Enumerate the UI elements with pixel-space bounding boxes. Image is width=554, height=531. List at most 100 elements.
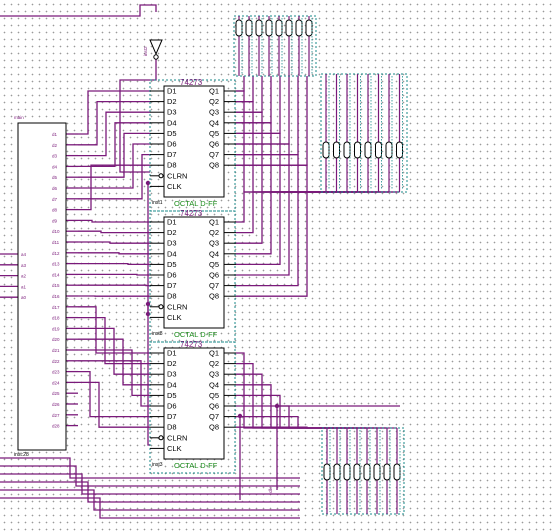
resistor — [285, 19, 293, 37]
chip-input-pin: D4 — [167, 249, 177, 258]
chip-type-label: OCTAL D-FF — [174, 199, 218, 208]
output-wire[interactable] — [236, 191, 400, 297]
chip-part-number: 74273 — [180, 78, 203, 87]
chip-input-pin: CLK — [167, 313, 182, 322]
resistor — [353, 463, 361, 481]
output-wire[interactable] — [236, 394, 367, 429]
data-wire[interactable] — [78, 381, 150, 428]
main-pin-label: d16 — [52, 294, 60, 299]
main-pin-label: d7 — [52, 197, 58, 202]
chip-input-pin: D7 — [167, 412, 177, 421]
resistor — [305, 19, 313, 37]
chip-output-pin: Q3 — [209, 239, 219, 248]
data-wire[interactable] — [78, 241, 150, 244]
chip-input-pin: D7 — [167, 281, 177, 290]
chip-output-pin: Q8 — [209, 161, 219, 170]
inverter-instance-label: inst2 — [143, 46, 148, 56]
resistor — [323, 463, 331, 481]
output-wire[interactable] — [236, 191, 326, 223]
main-pin-label: d19 — [52, 326, 60, 331]
main-pin-label: d4 — [52, 164, 58, 169]
chip-output-pin: Q2 — [209, 228, 219, 237]
main-pin-label: d12 — [52, 251, 60, 256]
main-pin-label: d28 — [52, 424, 60, 429]
chip-input-pin: CLK — [167, 444, 182, 453]
data-wire[interactable] — [78, 230, 150, 234]
flipflop-chip[interactable]: 74273 inst8 OCTAL D-FF D1D2 D3D4 D5 D6D7 D8CLRN… — [149, 209, 236, 343]
chip-input-pin: D3 — [167, 239, 177, 248]
clk-net-label: clk — [268, 487, 273, 493]
output-wire[interactable] — [236, 100, 337, 193]
data-wire[interactable] — [78, 273, 150, 276]
main-side-pin-label: a0 — [21, 295, 27, 300]
chip-input-pin: D1 — [167, 349, 177, 358]
main-pin-label: d26 — [52, 402, 60, 407]
main-side-pin-label: a1 — [21, 284, 27, 289]
flipflop-chip[interactable]: 74273 inst3 OCTAL D-FF D1D2 D3D4 D5 D6D7 D8CLRN… — [149, 340, 236, 474]
chip-output-pin: Q7 — [209, 281, 219, 290]
data-wire[interactable] — [78, 252, 150, 255]
resistor-array[interactable] — [233, 15, 317, 77]
resistor-array[interactable] — [321, 427, 405, 515]
chip-output-pin: Q2 — [209, 359, 219, 368]
resistor — [364, 141, 372, 159]
chip-input-pin: D5 — [167, 260, 177, 269]
output-wire[interactable] — [236, 191, 337, 234]
output-wire[interactable] — [236, 191, 358, 255]
resistor — [393, 463, 401, 481]
data-wire[interactable] — [78, 370, 150, 418]
chip-input-pin: D3 — [167, 108, 177, 117]
output-wire-top[interactable] — [236, 76, 245, 92]
main-pin-label: d1 — [52, 132, 58, 137]
main-block-instance: inst:28 — [14, 452, 29, 458]
bottom-bus-wire[interactable] — [0, 473, 300, 495]
chip-output-pin: Q8 — [209, 292, 219, 301]
chip-input-pin: D7 — [167, 150, 177, 159]
data-wire[interactable] — [78, 219, 150, 223]
main-pin-label: d15 — [52, 283, 60, 288]
output-wire[interactable] — [236, 90, 326, 193]
chip-input-pin: D4 — [167, 118, 177, 127]
output-wire[interactable] — [236, 415, 387, 429]
main-pin-label: d25 — [52, 391, 60, 396]
chip-input-pin: D8 — [167, 423, 177, 432]
resistor-array[interactable] — [320, 73, 408, 193]
bottom-bus-wire[interactable] — [0, 497, 300, 519]
data-wire[interactable] — [78, 262, 150, 266]
resistor — [295, 19, 303, 37]
inverter-gate[interactable]: inst2 — [143, 39, 163, 60]
chip-instance-label: inst1 — [152, 200, 163, 206]
output-wire[interactable] — [236, 153, 389, 193]
chip-input-pin: D8 — [167, 292, 177, 301]
chip-input-pin: D2 — [167, 228, 177, 237]
resistor — [333, 141, 340, 159]
chip-type-label: OCTAL D-FF — [174, 461, 218, 470]
chip-output-pin: Q3 — [209, 370, 219, 379]
schematic-diagram: inst2 main inst:28 d1 d2 d3 d4 d5 d6 d7 d8 d9 d10… — [0, 4, 408, 519]
chip-input-pin: D1 — [167, 87, 177, 96]
chip-input-pin: D5 — [167, 391, 177, 400]
main-pin-label: d13 — [52, 262, 60, 267]
resistor — [385, 141, 393, 159]
main-pin-label: d5 — [52, 175, 58, 180]
bottom-bus-wire[interactable] — [0, 489, 300, 511]
output-wire-top[interactable] — [236, 76, 263, 113]
bottom-bus-wire[interactable] — [0, 481, 300, 503]
chip-output-pin: Q1 — [209, 218, 219, 227]
flipflop-chip[interactable]: 74273 inst1 OCTAL D-FF D1D2 D3D4 D5 D6D7 D8CLRN… — [149, 78, 236, 212]
chip-type-label: OCTAL D-FF — [174, 330, 218, 339]
main-pin-label: d11 — [52, 240, 60, 245]
junction-dot — [237, 413, 243, 419]
output-wire-top[interactable] — [236, 76, 281, 135]
data-wire[interactable] — [78, 327, 150, 375]
schematic-canvas[interactable]: inst2 main inst:28 d1 d2 d3 d4 d5 d6 d7 d8 d9 d10… — [0, 0, 554, 531]
clk-input-wire[interactable] — [0, 4, 157, 17]
chip-part-number: 74273 — [180, 209, 203, 218]
output-wire[interactable] — [236, 164, 400, 193]
main-block[interactable]: main inst:28 d1 d2 d3 d4 d5 d6 d7 d8 d9 d10 d11 d12… — [14, 115, 67, 458]
chip-input-pin: D3 — [167, 370, 177, 379]
output-wire[interactable] — [236, 191, 389, 287]
main-block-label: main — [14, 115, 24, 120]
chip-input-pin: CLRN — [167, 433, 187, 442]
chip-output-pin: Q4 — [209, 118, 219, 127]
